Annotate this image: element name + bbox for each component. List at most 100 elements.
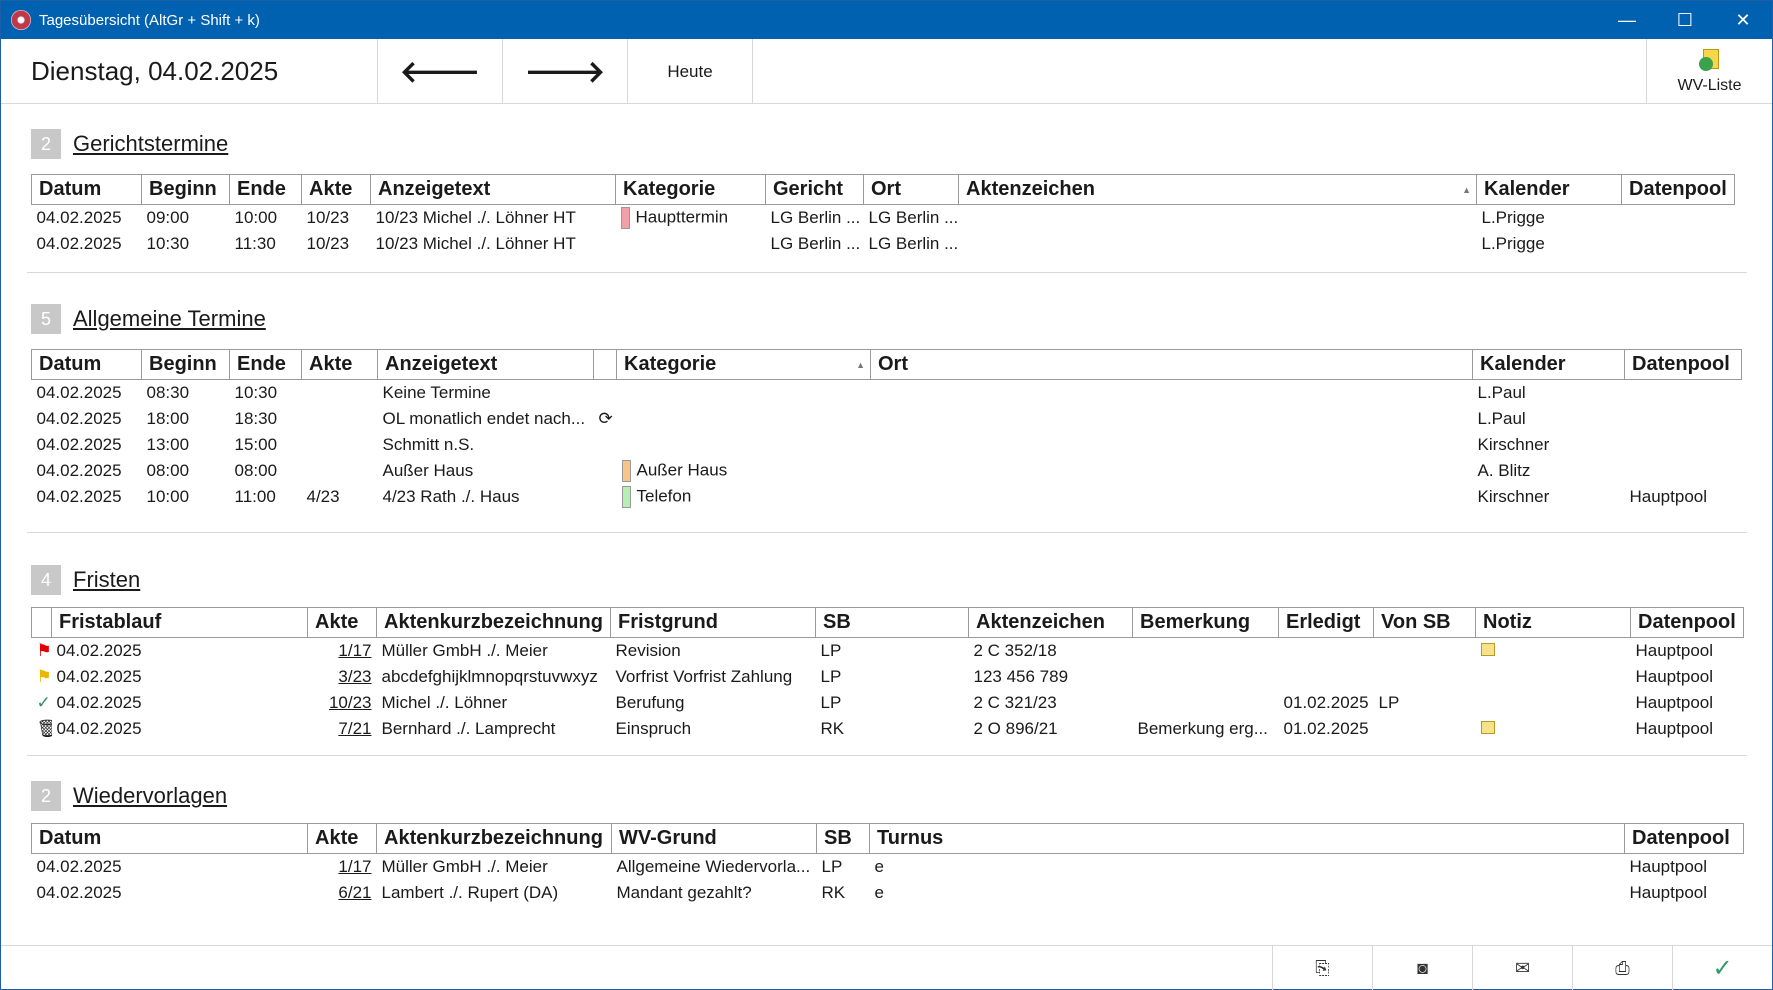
wv-list-label: WV-Liste bbox=[1677, 76, 1742, 94]
column-header-aktenkurzbezeichnung[interactable]: Aktenkurzbezeichnung bbox=[376, 823, 612, 854]
allgemeine-termine-table: Datum Beginn Ende Akte Anzeigetext Kateg… bbox=[31, 349, 1742, 510]
column-header-aktenzeichen[interactable]: Aktenzeichen ▲ bbox=[958, 174, 1477, 205]
column-header-kalender[interactable]: Kalender bbox=[1472, 349, 1625, 380]
column-header-aktenzeichen[interactable]: Aktenzeichen bbox=[968, 607, 1133, 638]
column-header-datum[interactable]: Datum bbox=[31, 349, 142, 380]
section-divider bbox=[27, 272, 1747, 273]
column-header-datenpool[interactable]: Datenpool bbox=[1624, 349, 1742, 380]
ok-button[interactable]: ✓ bbox=[1672, 946, 1772, 990]
column-header-datenpool[interactable]: Datenpool bbox=[1621, 174, 1735, 205]
table-row[interactable]: 04.02.2025 09:00 10:00 10/23 10/23 Michel ./… bbox=[32, 205, 1735, 231]
column-header-datenpool[interactable]: Datenpool bbox=[1630, 607, 1744, 638]
column-header-von-sb[interactable]: Von SB bbox=[1373, 607, 1476, 638]
count-badge: 5 bbox=[31, 304, 61, 334]
recurring-icon: ⟳ bbox=[598, 408, 613, 428]
column-header-datenpool[interactable]: Datenpool bbox=[1624, 823, 1744, 854]
column-header-erledigt[interactable]: Erledigt bbox=[1278, 607, 1374, 638]
table-row[interactable]: ⚑ 04.02.2025 3/23 abcdefghijklmnopqrstuvwxy… bbox=[32, 664, 1744, 690]
arrow-left-icon: 🡐 bbox=[399, 55, 481, 89]
maximize-button[interactable]: ☐ bbox=[1656, 1, 1714, 39]
section-divider bbox=[27, 532, 1747, 533]
toolbar: Dienstag, 04.02.2025 🡐 🡒 Heute WV-Liste bbox=[1, 39, 1772, 104]
sort-ascending-icon: ▲ bbox=[856, 360, 865, 370]
column-header-akte[interactable]: Akte bbox=[301, 349, 378, 380]
arrow-right-icon: 🡒 bbox=[524, 55, 606, 89]
camera-icon: ◙ bbox=[1417, 957, 1428, 978]
column-header-datum[interactable]: Datum bbox=[31, 823, 308, 854]
document-refresh-icon bbox=[1698, 48, 1721, 73]
akte-link[interactable]: 6/21 bbox=[308, 880, 377, 906]
column-header-anzeigetext[interactable]: Anzeigetext bbox=[377, 349, 594, 380]
table-row[interactable]: 04.02.2025 08:30 10:30 Keine Termine L.Paul bbox=[32, 380, 1742, 406]
column-header-fristgrund[interactable]: Fristgrund bbox=[610, 607, 816, 638]
column-header-ende[interactable]: Ende bbox=[229, 349, 302, 380]
table-row[interactable]: 04.02.2025 1/17 Müller GmbH ./. Meier Allge… bbox=[32, 854, 1744, 880]
section-title[interactable]: Wiedervorlagen bbox=[73, 783, 227, 809]
table-row[interactable]: 04.02.2025 13:00 15:00 Schmitt n.S. Kirschne… bbox=[32, 432, 1742, 458]
note-icon[interactable] bbox=[1480, 720, 1495, 734]
column-header-akte[interactable]: Akte bbox=[307, 607, 377, 638]
table-row[interactable]: ✓ 04.02.2025 10/23 Michel ./. Löhner Berufun… bbox=[32, 690, 1744, 716]
column-header-recurrence[interactable] bbox=[593, 349, 617, 380]
today-button[interactable]: Heute bbox=[628, 39, 753, 104]
column-header-sb[interactable]: SB bbox=[816, 823, 870, 854]
print-button[interactable]: ⎙ bbox=[1572, 946, 1672, 990]
email-button[interactable]: ✉ bbox=[1472, 946, 1572, 990]
sort-ascending-icon: ▲ bbox=[1462, 185, 1471, 195]
screenshot-button[interactable]: ◙ bbox=[1372, 946, 1472, 990]
table-row[interactable]: 04.02.2025 08:00 08:00 Außer Haus Außer Hau… bbox=[32, 458, 1742, 484]
gerichtstermine-table: Datum Beginn Ende Akte Anzeigetext Kateg… bbox=[31, 174, 1735, 257]
wiedervorlagen-table: Datum Akte Aktenkurzbezeichnung WV-Grund… bbox=[31, 823, 1744, 906]
column-header-aktenkurzbezeichnung[interactable]: Aktenkurzbezeichnung bbox=[376, 607, 611, 638]
column-header-datum[interactable]: Datum bbox=[31, 174, 142, 205]
column-header-bemerkung[interactable]: Bemerkung bbox=[1132, 607, 1279, 638]
table-row[interactable]: 04.02.2025 6/21 Lambert ./. Rupert (DA) Man… bbox=[32, 880, 1744, 906]
column-header-status[interactable] bbox=[31, 607, 52, 638]
next-day-button[interactable]: 🡒 bbox=[503, 39, 628, 104]
column-header-kategorie[interactable]: Kategorie ▲ bbox=[616, 349, 871, 380]
column-header-kategorie[interactable]: Kategorie bbox=[615, 174, 766, 205]
column-header-ende[interactable]: Ende bbox=[229, 174, 302, 205]
column-header-sb[interactable]: SB bbox=[815, 607, 969, 638]
previous-day-button[interactable]: 🡐 bbox=[378, 39, 503, 104]
akte-link[interactable]: 3/23 bbox=[308, 664, 377, 690]
red-flag-icon: ⚑ bbox=[36, 640, 52, 660]
copy-documents-icon: ⎘ bbox=[1315, 957, 1330, 978]
close-button[interactable]: ✕ bbox=[1714, 1, 1772, 39]
column-header-akte[interactable]: Akte bbox=[307, 823, 377, 854]
category-color-swatch bbox=[620, 206, 630, 229]
app-clock-icon bbox=[11, 10, 31, 30]
column-header-anzeigetext[interactable]: Anzeigetext bbox=[370, 174, 616, 205]
column-header-wv-grund[interactable]: WV-Grund bbox=[611, 823, 817, 854]
column-header-fristablauf[interactable]: Fristablauf bbox=[51, 607, 308, 638]
column-header-akte[interactable]: Akte bbox=[301, 174, 371, 205]
minimize-button[interactable]: — bbox=[1598, 1, 1656, 39]
table-row[interactable]: 04.02.2025 10:00 11:00 4/23 4/23 Rath ./. Ha… bbox=[32, 484, 1742, 510]
table-row[interactable]: 04.02.2025 10:30 11:30 10/23 10/23 Michel ./… bbox=[32, 231, 1735, 257]
section-title[interactable]: Gerichtstermine bbox=[73, 131, 228, 157]
column-header-gericht[interactable]: Gericht bbox=[765, 174, 864, 205]
wv-list-button[interactable]: WV-Liste bbox=[1646, 39, 1772, 104]
table-row[interactable]: 04.02.2025 18:00 18:30 OL monatlich endet n… bbox=[32, 406, 1742, 432]
section-title[interactable]: Fristen bbox=[73, 567, 140, 593]
akte-link[interactable]: 1/17 bbox=[308, 638, 377, 664]
column-header-notiz[interactable]: Notiz bbox=[1475, 607, 1631, 638]
table-row[interactable]: 🗑 04.02.2025 7/21 Bernhard ./. Lamprecht Ein… bbox=[32, 716, 1744, 742]
akte-link[interactable]: 10/23 bbox=[308, 690, 377, 716]
section-title[interactable]: Allgemeine Termine bbox=[73, 306, 266, 332]
column-header-turnus[interactable]: Turnus bbox=[869, 823, 1625, 854]
fristen-table: Fristablauf Akte Aktenkurzbezeichnung Fr… bbox=[31, 607, 1744, 742]
akte-link[interactable]: 1/17 bbox=[308, 854, 377, 880]
column-header-beginn[interactable]: Beginn bbox=[141, 174, 230, 205]
column-header-kalender[interactable]: Kalender bbox=[1476, 174, 1622, 205]
column-header-ort[interactable]: Ort bbox=[863, 174, 959, 205]
akte-link[interactable]: 7/21 bbox=[308, 716, 377, 742]
column-header-beginn[interactable]: Beginn bbox=[141, 349, 230, 380]
table-row[interactable]: ⚑ 04.02.2025 1/17 Müller GmbH ./. Meier Revi… bbox=[32, 638, 1744, 664]
column-header-ort[interactable]: Ort bbox=[870, 349, 1473, 380]
note-icon[interactable] bbox=[1480, 642, 1495, 656]
copy-button[interactable]: ⎘ bbox=[1272, 946, 1372, 990]
count-badge: 2 bbox=[31, 129, 61, 159]
count-badge: 4 bbox=[31, 565, 61, 595]
footer-toolbar: ⎘ ◙ ✉ ⎙ ✓ bbox=[1, 945, 1772, 990]
